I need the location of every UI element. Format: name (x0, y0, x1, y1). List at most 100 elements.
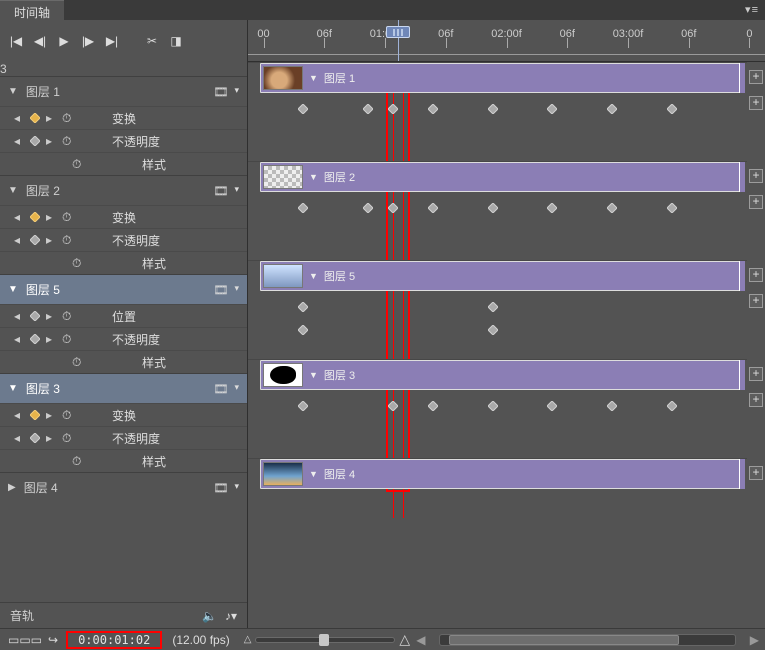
add-keyframe-button[interactable]: + (749, 96, 763, 110)
time-ruler[interactable]: 0006f01:00f06f02:00f06f03:00f06f0 (248, 20, 765, 62)
add-keyframe-button[interactable]: + (749, 393, 763, 407)
next-keyframe-icon[interactable]: ▸ (46, 408, 56, 422)
track-lane[interactable]: ▼图层 2 (248, 161, 747, 191)
layer-header[interactable]: ▼图层 5🎞▾ (0, 274, 247, 304)
track-lane[interactable]: ▼图层 3 (248, 359, 747, 389)
current-timecode[interactable]: 0:00:01:02 (66, 631, 162, 649)
expand-caret-icon[interactable]: ▼ (8, 383, 18, 394)
goto-first-button[interactable]: |◀ (6, 31, 26, 51)
next-keyframe-icon[interactable]: ▸ (46, 233, 56, 247)
layer-menu-caret-icon[interactable]: ▾ (234, 184, 239, 198)
filmstrip-icon[interactable]: 🎞 (213, 283, 228, 297)
framerate-label[interactable]: (12.00 fps) (172, 633, 229, 647)
stopwatch-icon[interactable]: ⏱ (62, 309, 76, 324)
property-row[interactable]: ◂▸⏱位置 (0, 304, 247, 327)
property-row[interactable]: ⏱样式 (0, 152, 247, 175)
clip-caret-icon[interactable]: ▼ (309, 172, 318, 182)
property-row[interactable]: ◂▸⏱变换 (0, 205, 247, 228)
stopwatch-icon[interactable]: ⏱ (72, 355, 86, 370)
play-button[interactable]: ▶ (54, 31, 74, 51)
keyframe-toggle[interactable] (30, 311, 40, 321)
panel-tab-timeline[interactable]: 时间轴 (0, 0, 64, 20)
next-keyframe-icon[interactable]: ▸ (46, 309, 56, 323)
zoom-out-icon[interactable]: △ (244, 634, 252, 645)
prev-keyframe-icon[interactable]: ◂ (14, 111, 24, 125)
property-row[interactable]: ◂▸⏱不透明度 (0, 327, 247, 350)
add-keyframe-button[interactable]: + (749, 195, 763, 209)
property-row[interactable]: ⏱样式 (0, 449, 247, 472)
layer-menu-caret-icon[interactable]: ▾ (234, 85, 239, 99)
add-keyframe-button[interactable]: + (749, 466, 763, 480)
next-frame-button[interactable]: |▶ (78, 31, 98, 51)
layer-header[interactable]: ▼图层 1🎞▾ (0, 76, 247, 106)
stopwatch-icon[interactable]: ⏱ (62, 210, 76, 225)
keyframe-lane[interactable] (248, 92, 747, 115)
stopwatch-icon[interactable]: ⏱ (72, 454, 86, 469)
zoom-in-icon[interactable]: △ (399, 631, 410, 648)
stopwatch-icon[interactable]: ⏱ (62, 408, 76, 423)
filmstrip-icon[interactable]: 🎞 (213, 184, 228, 198)
prev-keyframe-icon[interactable]: ◂ (14, 431, 24, 445)
keyframe-toggle[interactable] (30, 212, 40, 222)
zoom-slider[interactable]: △ △ (244, 631, 410, 648)
keyframe-lane[interactable] (248, 412, 747, 435)
property-row[interactable]: ◂▸⏱变换 (0, 106, 247, 129)
clip[interactable]: ▼图层 2 (260, 162, 745, 192)
expand-caret-icon[interactable]: ▼ (8, 185, 18, 196)
music-icon[interactable]: ♪▾ (225, 609, 237, 623)
keyframe-toggle[interactable] (30, 113, 40, 123)
goto-last-button[interactable]: ▶| (102, 31, 122, 51)
expand-caret-icon[interactable]: ▼ (8, 86, 18, 97)
clip[interactable]: ▼图层 5 (260, 261, 745, 291)
clip[interactable]: ▼图层 4 (260, 459, 745, 489)
playhead-handle[interactable] (386, 26, 410, 38)
property-row[interactable]: ⏱样式 (0, 251, 247, 274)
track-lane[interactable]: ▼图层 1 (248, 62, 747, 92)
expand-caret-icon[interactable]: ▼ (8, 284, 18, 295)
layer-menu-caret-icon[interactable]: ▾ (234, 283, 239, 297)
stopwatch-icon[interactable]: ⏱ (62, 111, 76, 126)
panel-menu-icon[interactable]: ▾≡ (745, 3, 759, 16)
filmstrip-icon[interactable]: 🎞 (213, 481, 228, 495)
prev-keyframe-icon[interactable]: ◂ (14, 233, 24, 247)
add-keyframe-button[interactable]: + (749, 268, 763, 282)
stopwatch-icon[interactable]: ⏱ (72, 256, 86, 271)
filmstrip-icon[interactable]: 🎞 (213, 382, 228, 396)
prev-keyframe-icon[interactable]: ◂ (14, 210, 24, 224)
stopwatch-icon[interactable]: ⏱ (62, 431, 76, 446)
keyframe-lane[interactable] (248, 214, 747, 237)
clip[interactable]: ▼图层 3 (260, 360, 745, 390)
keyframe-toggle[interactable] (30, 136, 40, 146)
property-row[interactable]: ◂▸⏱不透明度 (0, 426, 247, 449)
layer-header[interactable]: ▶图层 4🎞▾ (0, 472, 247, 502)
stopwatch-icon[interactable]: ⏱ (62, 134, 76, 149)
keyframe-toggle[interactable] (30, 433, 40, 443)
keyframe-lane[interactable] (248, 313, 747, 336)
property-row[interactable]: ◂▸⏱不透明度 (0, 129, 247, 152)
add-keyframe-button[interactable]: + (749, 169, 763, 183)
clip[interactable]: ▼图层 1 (260, 63, 745, 93)
frame-view-toggle[interactable]: ▭▭▭ (8, 633, 42, 647)
clip-caret-icon[interactable]: ▼ (309, 73, 318, 83)
next-keyframe-icon[interactable]: ▸ (46, 134, 56, 148)
transition-button[interactable]: ◨ (166, 31, 186, 51)
layer-menu-caret-icon[interactable]: ▾ (234, 382, 239, 396)
clip-caret-icon[interactable]: ▼ (309, 469, 318, 479)
keyframe-toggle[interactable] (30, 410, 40, 420)
property-row[interactable]: ◂▸⏱变换 (0, 403, 247, 426)
loop-icon[interactable]: ↪ (48, 633, 58, 647)
next-keyframe-icon[interactable]: ▸ (46, 111, 56, 125)
stopwatch-icon[interactable]: ⏱ (72, 157, 86, 172)
layer-header[interactable]: ▼图层 2🎞▾ (0, 175, 247, 205)
expand-caret-icon[interactable]: ▶ (8, 482, 16, 493)
stopwatch-icon[interactable]: ⏱ (62, 332, 76, 347)
filmstrip-icon[interactable]: 🎞 (213, 85, 228, 99)
clip-caret-icon[interactable]: ▼ (309, 271, 318, 281)
property-row[interactable]: ⏱样式 (0, 350, 247, 373)
next-keyframe-icon[interactable]: ▸ (46, 431, 56, 445)
horizontal-scrollbar[interactable] (439, 634, 735, 646)
add-keyframe-button[interactable]: + (749, 367, 763, 381)
next-keyframe-icon[interactable]: ▸ (46, 332, 56, 346)
keyframe-toggle[interactable] (30, 334, 40, 344)
clip-caret-icon[interactable]: ▼ (309, 370, 318, 380)
